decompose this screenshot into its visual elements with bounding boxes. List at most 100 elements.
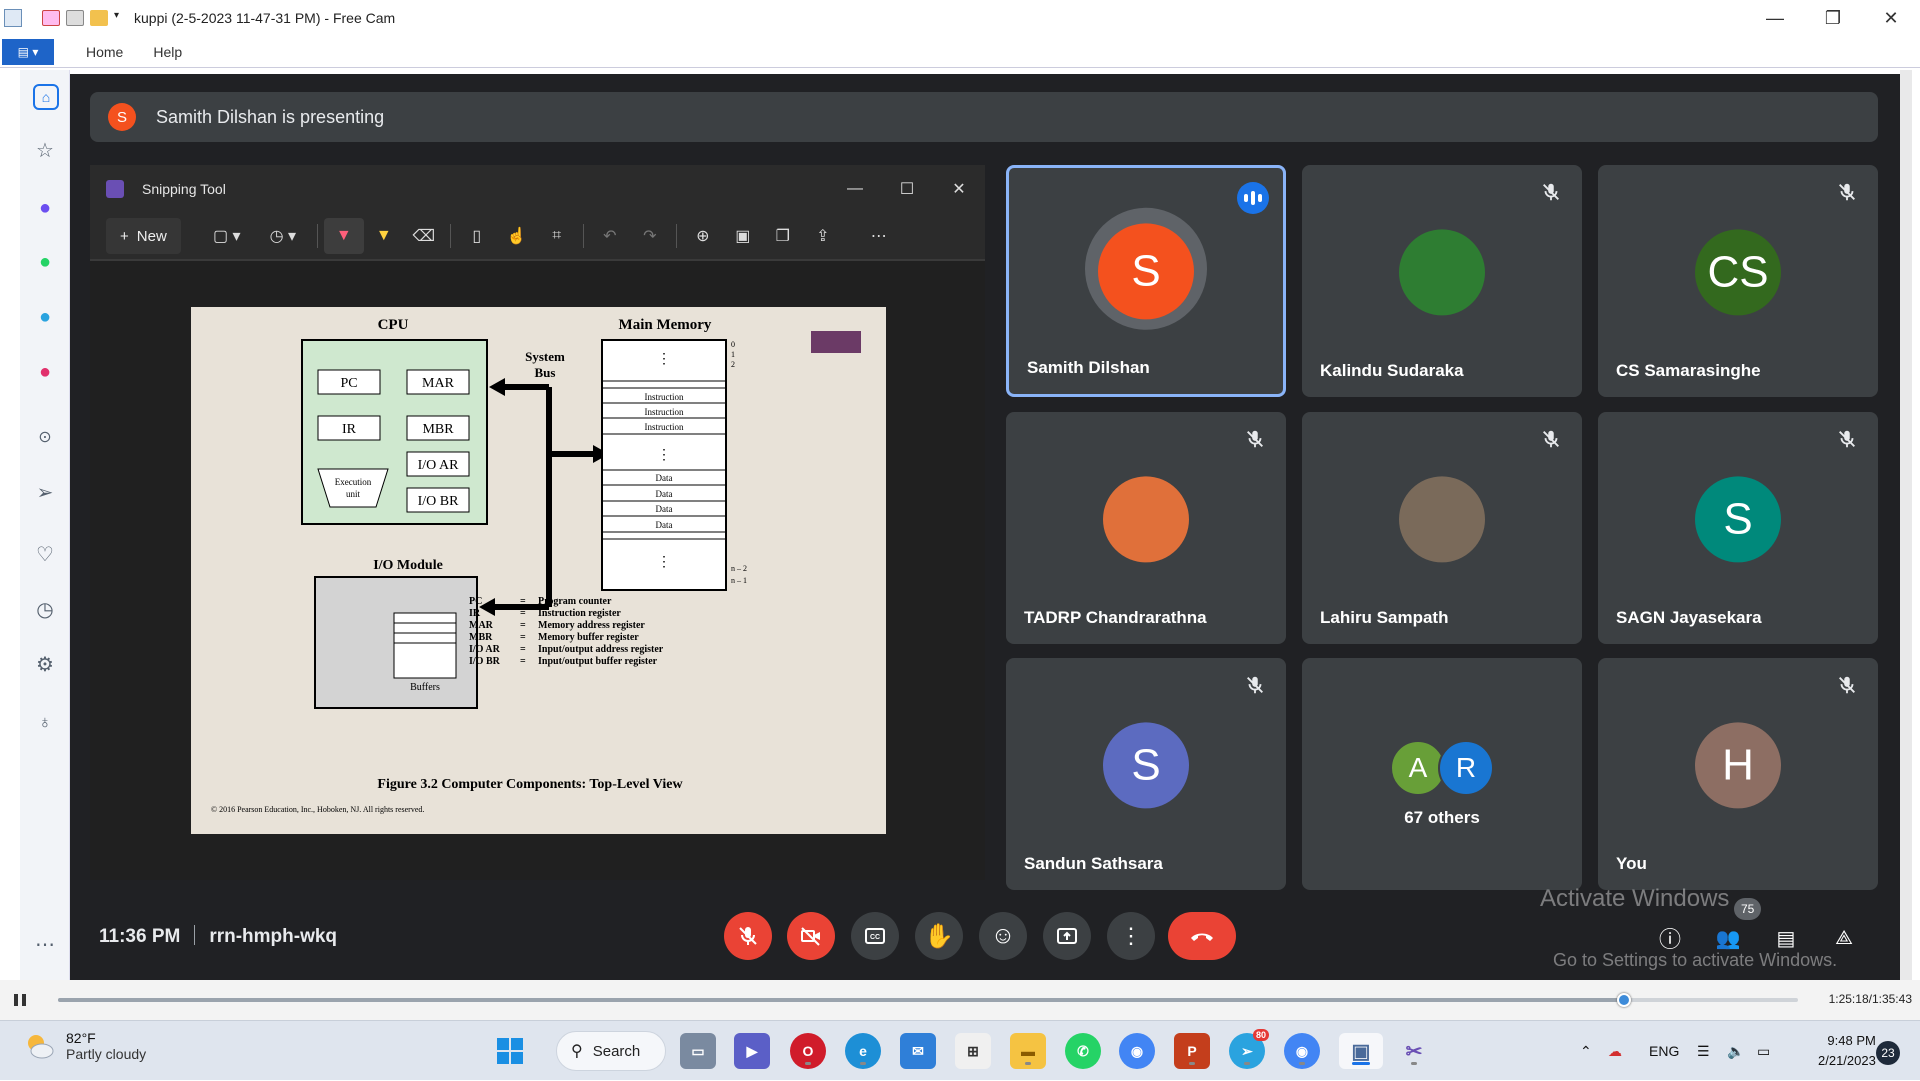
volume-icon[interactable]: 🔈 [1727, 1021, 1744, 1081]
more-options-icon[interactable]: ⋯ [859, 218, 899, 254]
task-view-icon[interactable]: ▭ [680, 1033, 716, 1069]
opera-icon[interactable]: O [790, 1033, 826, 1069]
store-icon[interactable]: ⊞ [955, 1033, 991, 1069]
participant-tile[interactable]: S Samith Dilshan [1006, 165, 1286, 397]
eraser-icon[interactable]: ⌫ [404, 218, 444, 254]
weather-widget[interactable]: 82°F Partly cloudy [22, 1029, 146, 1063]
mail-icon[interactable]: ✉ [900, 1033, 936, 1069]
lightbulb-icon[interactable]: ♁ [33, 710, 57, 734]
partly-cloudy-icon [28, 1035, 54, 1059]
close-button[interactable]: ✕ [1862, 0, 1920, 36]
teams-chat-icon[interactable]: ▶ [734, 1033, 770, 1069]
present-button[interactable] [1043, 912, 1091, 960]
freecam-taskbar-icon[interactable]: ▣ [1339, 1033, 1383, 1069]
minimize-button[interactable]: — [1746, 0, 1804, 36]
running-indicator [1299, 1062, 1305, 1065]
snipping-tool-taskbar-icon[interactable]: ✂ [1396, 1033, 1432, 1069]
participant-tile[interactable]: S Sandun Sathsara [1006, 658, 1286, 890]
leave-call-button[interactable] [1168, 912, 1236, 960]
file-menu-button[interactable]: ▤ ▾ [2, 38, 54, 65]
snip-minimize-button[interactable]: — [829, 165, 881, 213]
file-explorer-icon[interactable]: ▬ [1010, 1033, 1046, 1069]
save-icon[interactable] [66, 10, 84, 26]
ballpoint-pen-icon[interactable]: ▼ [323, 218, 364, 254]
seek-track[interactable] [58, 993, 1798, 1007]
chrome-active-icon[interactable]: ◉ [1284, 1033, 1320, 1069]
menu-help[interactable]: Help [153, 44, 182, 60]
participant-tile[interactable]: H You [1598, 658, 1878, 890]
scrollbar[interactable] [1900, 70, 1912, 980]
copy-icon[interactable]: ❐ [763, 218, 803, 254]
raise-hand-button[interactable]: ✋ [915, 912, 963, 960]
participant-tile[interactable]: Lahiru Sampath [1302, 412, 1582, 644]
antivirus-tray-icon[interactable]: ☁ [1608, 1021, 1622, 1081]
history-icon[interactable]: ◷ [33, 597, 57, 621]
participant-tile[interactable]: TADRP Chandrarathna [1006, 412, 1286, 644]
touch-writing-icon[interactable]: ☝ [497, 218, 537, 254]
snip-mode-dropdown[interactable]: ▢ ▾ [199, 218, 255, 254]
meeting-code[interactable]: rrn-hmph-wkq [209, 926, 337, 947]
snip-close-button[interactable]: ✕ [933, 165, 985, 213]
ruler-icon[interactable]: ▯ [457, 218, 497, 254]
heart-icon[interactable]: ♡ [33, 542, 57, 566]
more-options-button[interactable]: ⋮ [1107, 912, 1155, 960]
show-hidden-icons[interactable]: ⌃ [1580, 1021, 1592, 1081]
home-icon[interactable]: ⌂ [33, 84, 59, 110]
new-snip-button[interactable]: + New [106, 218, 181, 254]
whatsapp-icon[interactable]: ✆ [1065, 1033, 1101, 1069]
more-icon[interactable]: ⋯ [33, 932, 57, 956]
open-folder-icon[interactable] [90, 10, 108, 26]
language-indicator[interactable]: ENG [1649, 1021, 1679, 1081]
redo-icon[interactable]: ↷ [630, 218, 670, 254]
powerpoint-icon[interactable]: P [1174, 1033, 1210, 1069]
player-icon[interactable]: ⊙ [33, 425, 57, 449]
menu-home[interactable]: Home [86, 44, 123, 60]
participant-tile[interactable]: Kalindu Sudaraka [1302, 165, 1582, 397]
undo-icon[interactable]: ↶ [590, 218, 630, 254]
messenger-icon[interactable]: ● [33, 196, 57, 220]
whatsapp-icon[interactable]: ● [33, 250, 57, 274]
zoom-icon[interactable]: ⊕ [683, 218, 723, 254]
chrome-icon[interactable]: ◉ [1119, 1033, 1155, 1069]
restore-button[interactable]: ❐ [1804, 0, 1862, 36]
snip-maximize-button[interactable]: ☐ [881, 165, 933, 213]
telegram-icon[interactable]: ● [33, 305, 57, 329]
send-icon[interactable]: ➢ [33, 480, 57, 504]
delay-dropdown[interactable]: ◷ ▾ [255, 218, 311, 254]
save-icon[interactable]: ▣ [723, 218, 763, 254]
meeting-details-button[interactable]: ⓘ [1654, 922, 1686, 954]
people-button[interactable]: 👥 [1712, 922, 1744, 954]
seek-thumb[interactable] [1617, 993, 1631, 1007]
chat-button[interactable]: ▤ [1770, 922, 1802, 954]
record-icon[interactable] [42, 10, 60, 26]
highlighter-icon[interactable]: ▼ [364, 218, 404, 254]
presenting-banner: S Samith Dilshan is presenting [90, 92, 1878, 142]
activities-button[interactable]: ⟁ [1828, 922, 1860, 954]
instagram-icon[interactable]: ● [33, 360, 57, 384]
participant-tile[interactable]: S SAGN Jayasekara [1598, 412, 1878, 644]
share-icon[interactable]: ⇪ [803, 218, 843, 254]
settings-icon[interactable]: ⚙ [33, 652, 57, 676]
reactions-button[interactable]: ☺ [979, 912, 1027, 960]
microphone-off-button[interactable] [724, 912, 772, 960]
crop-icon[interactable]: ⌗ [537, 218, 577, 254]
system-clock[interactable]: 9:48 PM 2/21/2023 [1818, 1031, 1876, 1071]
battery-icon[interactable]: ▭ [1757, 1021, 1770, 1081]
chat-icon: ▤ [1776, 927, 1796, 950]
captions-button[interactable]: CC [851, 912, 899, 960]
bookmark-icon[interactable]: ☆ [33, 138, 57, 162]
wifi-icon[interactable]: ☰ [1697, 1021, 1710, 1081]
telegram-icon[interactable]: ➢ 80 [1229, 1029, 1269, 1069]
participant-tile[interactable]: CS CS Samarasinghe [1598, 165, 1878, 397]
memory-instruction-1: Instruction [645, 392, 684, 402]
edge-icon[interactable]: e [845, 1033, 881, 1069]
freecam-app-icon[interactable] [4, 9, 22, 27]
pause-icon[interactable] [12, 992, 28, 1008]
snipping-tool-title: Snipping Tool [142, 181, 226, 197]
start-button[interactable] [492, 1033, 528, 1069]
taskbar-search[interactable]: ⚲ Search [556, 1031, 666, 1071]
others-tile[interactable]: A R 67 others [1302, 658, 1582, 890]
customize-dropdown-icon[interactable]: ▾ [114, 10, 122, 26]
notification-count[interactable]: 23 [1876, 1041, 1900, 1065]
camera-off-button[interactable] [787, 912, 835, 960]
